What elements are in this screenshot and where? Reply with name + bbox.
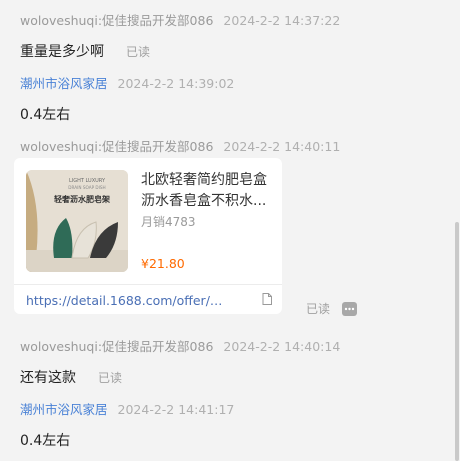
product-image-text-cn: 轻奢沥水肥皂架 — [54, 194, 110, 204]
message-time: 2024-2-2 14:41:17 — [117, 402, 235, 417]
product-link[interactable]: https://detail.1688.com/offer/70... — [26, 293, 226, 308]
chat-message: woloveshuqi:促佳搜品开发部086 2024-2-2 14:37:22 … — [20, 10, 340, 61]
product-image-text-top: LIGHT LUXURY — [69, 178, 106, 184]
message-text: 0.4左右 — [20, 107, 71, 123]
message-meta: 潮州市浴风家居 2024-2-2 14:39:02 — [20, 73, 234, 92]
more-icon[interactable] — [342, 302, 357, 316]
sender-name[interactable]: woloveshuqi:促佳搜品开发部086 — [20, 339, 213, 354]
message-meta: woloveshuqi:促佳搜品开发部086 2024-2-2 14:40:11 — [20, 136, 340, 155]
message-text: 0.4左右 — [20, 433, 71, 449]
chat-message: woloveshuqi:促佳搜品开发部086 2024-2-2 14:40:11 — [20, 136, 340, 155]
message-text-row: 重量是多少啊 已读 — [20, 41, 340, 61]
message-meta: woloveshuqi:促佳搜品开发部086 2024-2-2 14:37:22 — [20, 10, 340, 29]
product-image[interactable]: LIGHT LUXURY DRAIN SOAP DISH 轻奢沥水肥皂架 — [26, 170, 128, 272]
message-text-row: 还有这款 已读 — [20, 367, 340, 387]
sender-name[interactable]: 潮州市浴风家居 — [20, 402, 108, 417]
scrollbar-thumb[interactable] — [455, 222, 459, 461]
chat-message: woloveshuqi:促佳搜品开发部086 2024-2-2 14:40:14 … — [20, 336, 340, 387]
read-status: 已读 — [126, 44, 151, 59]
message-meta: woloveshuqi:促佳搜品开发部086 2024-2-2 14:40:14 — [20, 336, 340, 355]
product-title[interactable]: 北欧轻奢简约肥皂盒沥水香皂盒不积水... — [141, 170, 275, 212]
product-price: ¥21.80 — [141, 256, 185, 271]
message-time: 2024-2-2 14:37:22 — [223, 13, 341, 28]
sender-name[interactable]: woloveshuqi:促佳搜品开发部086 — [20, 13, 213, 28]
message-text-row: 0.4左右 — [20, 430, 234, 450]
sender-name[interactable]: woloveshuqi:促佳搜品开发部086 — [20, 139, 213, 154]
sender-name[interactable]: 潮州市浴风家居 — [20, 76, 108, 91]
document-icon[interactable] — [262, 293, 272, 305]
read-status: 已读 — [98, 370, 123, 385]
chat-message: 潮州市浴风家居 2024-2-2 14:41:17 0.4左右 — [20, 399, 234, 450]
message-text-row: 0.4左右 — [20, 104, 234, 124]
message-time: 2024-2-2 14:40:14 — [223, 339, 341, 354]
message-text: 重量是多少啊 — [20, 44, 104, 60]
product-image-text-sub: DRAIN SOAP DISH — [68, 185, 105, 190]
scrollbar[interactable] — [454, 0, 460, 461]
message-time: 2024-2-2 14:40:11 — [223, 139, 341, 154]
read-status: 已读 — [306, 302, 331, 316]
product-sales: 月销4783 — [141, 215, 196, 229]
message-meta: 潮州市浴风家居 2024-2-2 14:41:17 — [20, 399, 234, 418]
chat-message: 潮州市浴风家居 2024-2-2 14:39:02 0.4左右 — [20, 73, 234, 124]
product-card[interactable]: LIGHT LUXURY DRAIN SOAP DISH 轻奢沥水肥皂架 北欧轻… — [14, 158, 282, 314]
message-text: 还有这款 — [20, 370, 76, 386]
card-divider — [14, 284, 282, 285]
message-time: 2024-2-2 14:39:02 — [117, 76, 235, 91]
